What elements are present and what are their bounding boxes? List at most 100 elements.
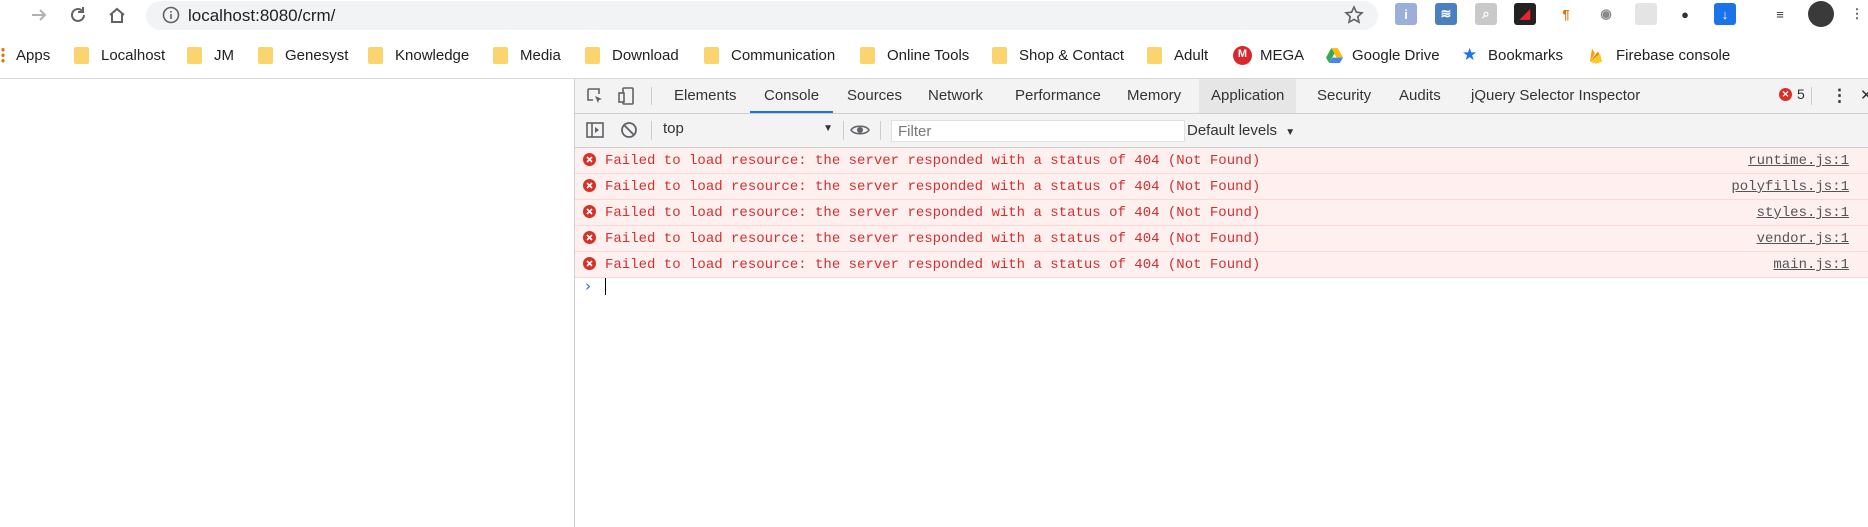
extension-icon-7[interactable]	[1635, 3, 1657, 25]
toolbar-separator	[843, 121, 844, 140]
extension-icon-4[interactable]: ◢	[1514, 3, 1536, 25]
star-icon: ★	[1462, 45, 1478, 64]
arrow-right-icon	[32, 9, 47, 21]
info-icon[interactable]	[162, 6, 180, 24]
error-icon	[583, 205, 596, 218]
folder-icon	[74, 46, 89, 64]
bookmark-star-icon[interactable]	[1344, 5, 1364, 25]
bookmark-folder-adult[interactable]: Adult	[1147, 44, 1208, 66]
filter-input[interactable]	[891, 120, 1185, 142]
bookmark-google-drive[interactable]: Google Drive	[1325, 44, 1440, 66]
bookmark-mega[interactable]: M MEGA	[1233, 44, 1304, 66]
tab-separator	[1811, 87, 1812, 105]
error-icon	[583, 231, 596, 244]
menu-icon[interactable]: ⋮	[1850, 3, 1864, 25]
devtools-panel: Elements Console Sources Network Perform…	[574, 79, 1868, 527]
url-text: localhost:8080/crm/	[188, 6, 336, 25]
source-link[interactable]: runtime.js:1	[1748, 153, 1849, 169]
devtools-menu-icon[interactable]: ⋮	[1831, 79, 1848, 113]
toolbar-separator	[651, 121, 652, 140]
folder-icon	[860, 46, 875, 64]
extension-icon-1[interactable]: i	[1395, 3, 1417, 25]
bookmark-apps[interactable]: Apps	[0, 44, 50, 66]
home-icon	[109, 7, 125, 23]
tab-network[interactable]: Network	[928, 79, 983, 113]
tab-elements[interactable]: Elements	[674, 79, 737, 113]
bookmark-folder-genesyst[interactable]: Genesyst	[258, 44, 348, 66]
tab-security[interactable]: Security	[1317, 79, 1371, 113]
error-message: Failed to load resource: the server resp…	[605, 231, 1261, 247]
forward-button[interactable]	[24, 0, 54, 30]
extension-icon-2[interactable]: ≋	[1435, 3, 1457, 25]
source-link[interactable]: main.js:1	[1773, 257, 1849, 273]
download-icon[interactable]: ↓	[1714, 3, 1736, 25]
folder-icon	[368, 46, 383, 64]
address-bar[interactable]: localhost:8080/crm/	[146, 1, 1378, 30]
bookmark-folder-knowledge[interactable]: Knowledge	[368, 44, 469, 66]
bookmark-bookmarks[interactable]: ★ Bookmarks	[1462, 44, 1563, 66]
browser-toolbar: localhost:8080/crm/ i ≋ ⌕ ◢ ¶ ◉ ● ↓ ≡ ⋮	[0, 0, 1868, 30]
console-toolbar: top ▼ Default levels ▼	[575, 114, 1868, 148]
console-error-row: Failed to load resource: the server resp…	[575, 174, 1868, 200]
tab-jquery-selector-inspector[interactable]: jQuery Selector Inspector	[1471, 79, 1640, 113]
dropdown-arrow-icon: ▼	[1285, 127, 1296, 138]
bookmark-folder-online-tools[interactable]: Online Tools	[860, 44, 969, 66]
sidebar-toggle-icon[interactable]	[585, 120, 605, 140]
error-icon	[583, 153, 596, 166]
tab-console[interactable]: Console	[750, 79, 834, 113]
folder-icon	[585, 46, 600, 64]
home-button[interactable]	[102, 0, 132, 30]
bookmark-folder-shop-contact[interactable]: Shop & Contact	[992, 44, 1124, 66]
console-error-row: Failed to load resource: the server resp…	[575, 252, 1868, 278]
error-icon	[583, 257, 596, 270]
console-error-row: Failed to load resource: the server resp…	[575, 226, 1868, 252]
source-link[interactable]: polyfills.js:1	[1731, 179, 1849, 195]
extension-icon-3[interactable]: ⌕	[1475, 3, 1497, 25]
console-input[interactable]	[605, 278, 606, 295]
source-link[interactable]: vendor.js:1	[1757, 231, 1849, 247]
folder-icon	[258, 46, 273, 64]
toolbar-separator	[880, 121, 881, 140]
tab-audits[interactable]: Audits	[1399, 79, 1441, 113]
playlist-icon[interactable]: ≡	[1769, 3, 1791, 25]
camera-icon[interactable]: ◉	[1595, 3, 1617, 25]
tab-memory[interactable]: Memory	[1127, 79, 1181, 113]
tab-application[interactable]: Application	[1199, 79, 1297, 113]
error-icon	[583, 179, 596, 192]
extension-icon-5[interactable]: ¶	[1555, 3, 1577, 25]
default-levels-dropdown[interactable]: Default levels ▼	[1187, 122, 1295, 139]
reload-button[interactable]	[63, 0, 93, 30]
bookmark-folder-media[interactable]: Media	[493, 44, 561, 66]
bookmark-folder-jm[interactable]: JM	[187, 44, 234, 66]
close-icon[interactable]: ✕	[1860, 79, 1868, 113]
folder-icon	[493, 46, 508, 64]
avatar[interactable]	[1808, 1, 1834, 27]
bookmark-firebase-console[interactable]: Firebase console	[1588, 44, 1730, 66]
apps-grid-icon	[0, 47, 6, 63]
folder-icon	[992, 46, 1007, 64]
folder-icon	[1147, 46, 1162, 64]
eye-icon[interactable]	[848, 120, 872, 140]
firebase-icon	[1590, 48, 1602, 63]
error-message: Failed to load resource: the server resp…	[605, 205, 1261, 221]
clear-console-icon[interactable]	[619, 120, 639, 140]
error-message: Failed to load resource: the server resp…	[605, 257, 1261, 273]
extension-icon-8[interactable]: ●	[1674, 3, 1696, 25]
bookmark-folder-communication[interactable]: Communication	[704, 44, 835, 66]
folder-icon	[187, 46, 202, 64]
tab-performance[interactable]: Performance	[1015, 79, 1101, 113]
source-link[interactable]: styles.js:1	[1757, 205, 1849, 221]
folder-icon	[704, 46, 719, 64]
reload-icon	[71, 7, 85, 22]
google-drive-icon	[1326, 47, 1343, 63]
tab-separator	[651, 87, 652, 105]
context-select[interactable]: top ▼	[663, 120, 833, 141]
bookmark-folder-download[interactable]: Download	[585, 44, 679, 66]
mega-icon: M	[1233, 45, 1252, 65]
device-toolbar-icon[interactable]	[617, 86, 637, 106]
tab-sources[interactable]: Sources	[847, 79, 902, 113]
bookmark-folder-localhost[interactable]: Localhost	[74, 44, 165, 66]
error-message: Failed to load resource: the server resp…	[605, 179, 1261, 195]
error-counter[interactable]: × 5	[1779, 86, 1805, 102]
inspect-element-icon[interactable]	[585, 86, 605, 106]
